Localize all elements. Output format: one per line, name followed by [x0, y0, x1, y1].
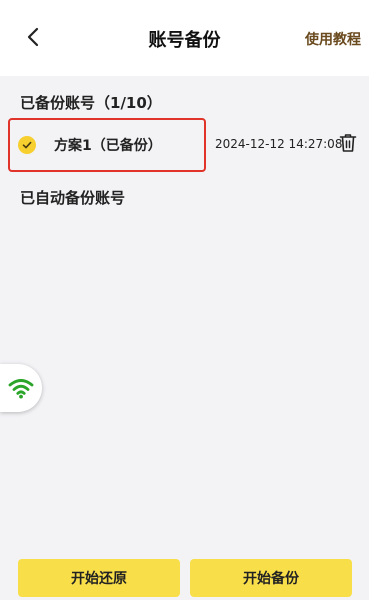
check-circle-icon	[18, 136, 36, 154]
start-restore-button[interactable]: 开始还原	[18, 559, 180, 597]
delete-button[interactable]	[336, 131, 360, 155]
trash-icon	[339, 134, 357, 152]
backup-list-item[interactable]: 方案1（已备份） 2024-12-12 14:27:08	[0, 118, 369, 174]
account-backup-screen: 账号备份 使用教程 已备份账号（1/10） 方案1（已备份） 2024-12-1…	[0, 0, 369, 600]
backup-timestamp: 2024-12-12 14:27:08	[215, 137, 343, 151]
help-tutorial-link[interactable]: 使用教程	[305, 29, 361, 49]
auto-backup-section-title: 已自动备份账号	[20, 189, 126, 207]
chevron-left-icon	[27, 27, 39, 47]
backed-up-section-title: 已备份账号（1/10）	[20, 94, 162, 112]
backup-plan-name: 方案1（已备份）	[54, 138, 162, 154]
wifi-icon	[8, 379, 34, 399]
bottom-action-bar: 开始还原 开始备份	[0, 556, 369, 600]
start-backup-button[interactable]: 开始备份	[190, 559, 352, 597]
back-button[interactable]	[20, 24, 46, 50]
header: 账号备份 使用教程	[0, 0, 369, 76]
main-content: 已备份账号（1/10） 方案1（已备份） 2024-12-12 14:27:08…	[0, 76, 369, 556]
